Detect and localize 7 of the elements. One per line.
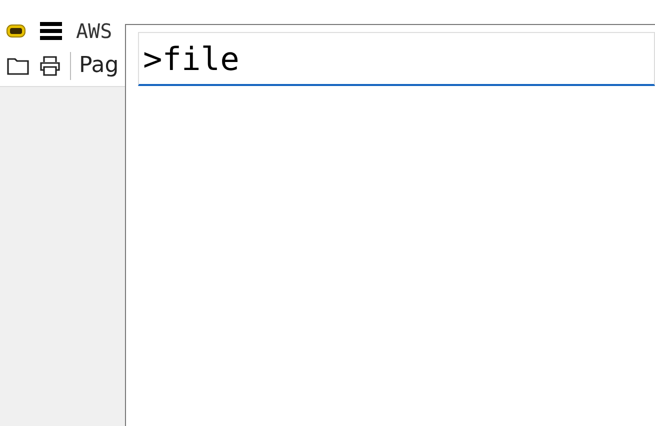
printer-icon[interactable] [38, 54, 62, 76]
folder-icon[interactable] [6, 56, 30, 76]
document-title: AWS [76, 18, 112, 42]
app-logo-icon[interactable] [6, 22, 26, 38]
command-input-field[interactable]: >file [138, 32, 655, 86]
page-label: Pag [79, 53, 119, 78]
menu-icon[interactable] [40, 22, 62, 40]
